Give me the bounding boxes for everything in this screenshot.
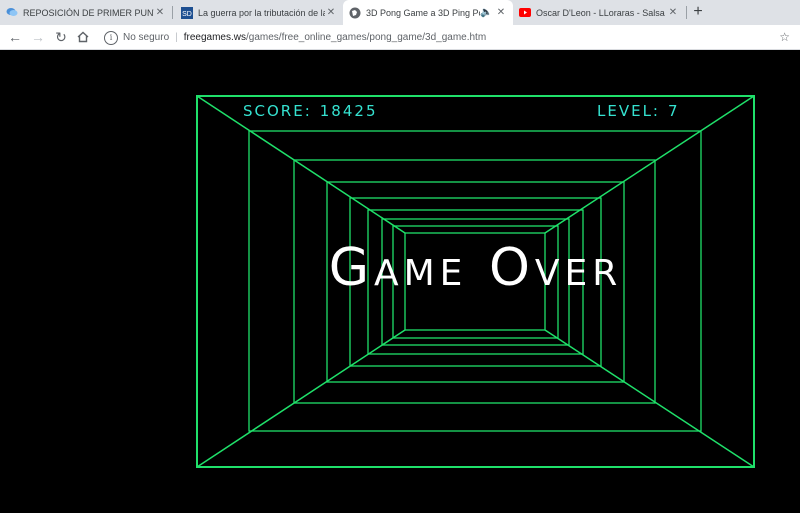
reload-icon[interactable]: ↻ xyxy=(52,28,70,46)
tab-title: REPOSICIÓN DE PRIMER PUNTUA xyxy=(23,7,154,18)
tab-strip: REPOSICIÓN DE PRIMER PUNTUA ✕ SD La guer… xyxy=(0,0,800,25)
score-value: 18425 xyxy=(319,102,378,120)
url-host: freegames.ws xyxy=(183,32,246,43)
browser-toolbar: ← → ↻ i No seguro | freegames.ws/games/f… xyxy=(0,25,800,50)
url-path: /games/free_online_games/pong_game/3d_ga… xyxy=(246,32,487,43)
level-value: 7 xyxy=(667,102,680,120)
tab-reposicion[interactable]: REPOSICIÓN DE PRIMER PUNTUA ✕ xyxy=(0,0,172,25)
svg-text:SD: SD xyxy=(182,11,192,18)
info-icon[interactable]: i xyxy=(104,30,118,45)
close-tab-icon[interactable]: ✕ xyxy=(495,7,507,18)
close-tab-icon[interactable]: ✕ xyxy=(667,7,679,18)
security-label: No seguro xyxy=(123,32,170,43)
tab-title: 3D Pong Game a 3D Ping Po xyxy=(366,7,480,18)
youtube-icon xyxy=(519,7,531,19)
close-tab-icon[interactable]: ✕ xyxy=(325,7,337,18)
home-icon[interactable] xyxy=(74,28,92,46)
score-label: SCORE: xyxy=(243,102,312,120)
game-over-message: Game Over xyxy=(328,238,623,298)
speaker-icon[interactable]: 🔈 xyxy=(480,7,492,18)
tab-title: La guerra por la tributación de la xyxy=(198,7,325,18)
close-tab-icon[interactable]: ✕ xyxy=(154,7,166,18)
tunnel-edge xyxy=(196,329,406,468)
tunnel-edge xyxy=(544,329,755,468)
tab-title: Oscar D'Leon - LLoraras - Salsa ( xyxy=(536,7,667,18)
tab-oscar-dleon[interactable]: Oscar D'Leon - LLoraras - Salsa ( ✕ xyxy=(513,0,685,25)
score-display: SCORE: 18425 xyxy=(243,102,377,120)
forward-arrow-icon[interactable]: → xyxy=(29,28,47,46)
tab-guerra[interactable]: SD La guerra por la tributación de la ✕ xyxy=(175,0,343,25)
back-arrow-icon[interactable]: ← xyxy=(6,28,24,46)
globe-icon xyxy=(349,7,361,19)
address-bar[interactable]: i No seguro | freegames.ws/games/free_on… xyxy=(98,27,798,48)
new-tab-button[interactable]: + xyxy=(688,2,708,22)
bookmark-star-icon[interactable]: ☆ xyxy=(779,30,790,44)
chat-bubble-icon xyxy=(6,7,18,19)
sd-logo-icon: SD xyxy=(181,6,193,19)
level-label: LEVEL: xyxy=(597,102,660,120)
level-display: LEVEL: 7 xyxy=(597,102,680,120)
tab-3d-pong[interactable]: 3D Pong Game a 3D Ping Po 🔈 ✕ xyxy=(343,0,513,25)
tab-divider xyxy=(686,6,687,19)
divider: | xyxy=(175,32,178,43)
game-canvas[interactable]: SCORE: 18425 LEVEL: 7 Game Over xyxy=(0,50,800,513)
tab-divider xyxy=(172,6,173,19)
